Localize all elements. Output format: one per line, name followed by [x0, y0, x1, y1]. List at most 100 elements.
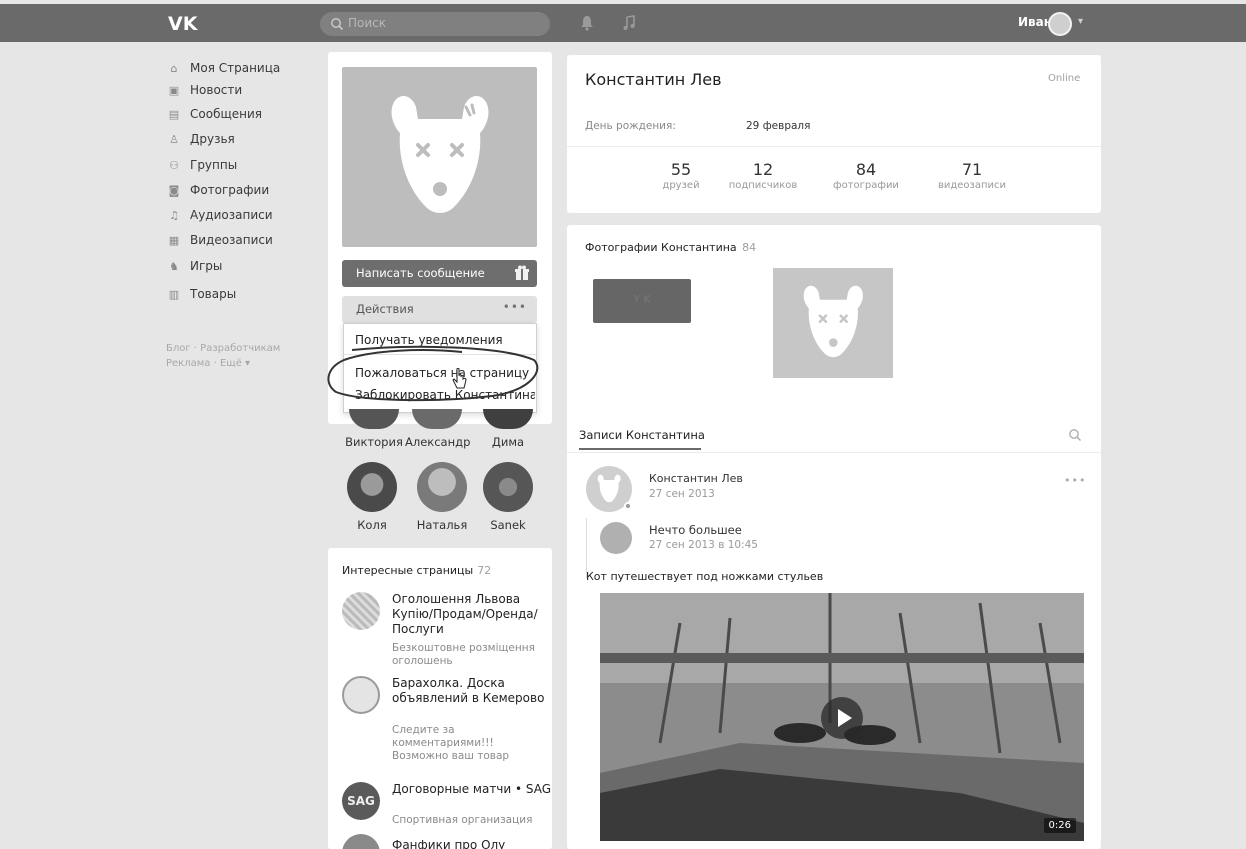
deactivated-dog-icon	[803, 285, 863, 358]
search-input[interactable]: Поиск	[320, 12, 550, 36]
nav-item-audio[interactable]: ♫ Аудиозаписи	[166, 205, 273, 225]
friend-avatar	[349, 409, 399, 429]
friend-item[interactable]: Дима	[476, 409, 540, 449]
repost-source-avatar[interactable]	[600, 522, 632, 554]
nav-item-news[interactable]: ▣ Новости	[166, 80, 242, 100]
nav-item-goods[interactable]: ▥ Товары	[166, 284, 236, 304]
nav-item-label: Моя Страница	[190, 61, 281, 75]
page-avatar	[342, 592, 380, 630]
photo-thumbnail-label: Y K	[633, 293, 651, 306]
birthday-label: День рождения:	[585, 120, 676, 132]
nav-item-games[interactable]: ♞ Игры	[166, 256, 222, 276]
actions-label: Действия	[356, 302, 414, 316]
friend-item[interactable]: Sanek	[476, 462, 540, 532]
page-description: Спортивная организация	[392, 814, 533, 826]
top-bar: VK Поиск Иван ▾	[0, 4, 1246, 42]
stat-label: видеозаписи	[937, 180, 1007, 191]
friend-name: Коля	[357, 518, 387, 532]
bag-icon: ▥	[168, 287, 180, 301]
footer-links[interactable]: Блог · Разработчикам	[166, 343, 280, 354]
friend-name: Дима	[491, 435, 525, 449]
video-player[interactable]: 0:26	[600, 593, 1084, 841]
search-icon[interactable]	[1068, 428, 1082, 442]
photo-thumbnail[interactable]	[773, 268, 893, 378]
nav-item-label: Фотографии	[190, 183, 270, 197]
nav-item-label: Группы	[190, 158, 238, 172]
page-name: Фанфики про Олу	[392, 838, 506, 849]
photos-count: 84	[742, 241, 757, 254]
stat-value: 84	[855, 160, 877, 179]
stat-photos[interactable]: 84 фотографии	[818, 160, 914, 191]
avatar[interactable]	[1048, 12, 1072, 36]
page-name: Договорные матчи • SAG	[392, 782, 552, 796]
online-status: Online	[1048, 73, 1081, 84]
play-button[interactable]	[821, 697, 863, 739]
stat-value: 71	[961, 160, 983, 179]
interesting-pages-count: 72	[477, 564, 492, 577]
deactivated-dog-icon	[391, 95, 489, 213]
video-icon: ▦	[168, 233, 180, 247]
nav-item-video[interactable]: ▦ Видеозаписи	[166, 230, 273, 250]
photo-thumbnail[interactable]: Y K	[593, 279, 691, 323]
tab-wall-posts[interactable]: Записи Константина	[579, 428, 705, 442]
video-duration: 0:26	[1043, 818, 1076, 833]
write-message-label: Написать сообщение	[356, 266, 485, 280]
music-icon[interactable]	[622, 15, 636, 31]
news-icon: ▣	[168, 83, 180, 97]
photos-title-label: Фотографии Константина	[585, 241, 737, 254]
gamepad-icon: ♞	[169, 259, 179, 273]
page-avatar	[342, 676, 380, 714]
birthday-value[interactable]: 29 февраля	[746, 120, 810, 132]
repost-date[interactable]: 27 сен 2013 в 10:45	[649, 539, 758, 551]
friend-name: Виктория	[345, 435, 403, 449]
music-note-icon: ♫	[169, 208, 179, 222]
friend-avatar	[412, 409, 462, 429]
actions-button[interactable]: Действия •••	[342, 296, 537, 323]
profile-photo[interactable]	[342, 67, 537, 247]
nav-item-friends[interactable]: ♙ Друзья	[166, 129, 235, 149]
search-placeholder: Поиск	[348, 16, 387, 30]
post-text: Кот путешествует под ножками стульев	[586, 570, 824, 583]
post-author-name[interactable]: Константин Лев	[649, 472, 743, 485]
search-icon	[331, 18, 344, 31]
page-description: Следите за комментариями!!! Возможно ваш…	[392, 724, 510, 762]
nav-item-photos[interactable]: ◙ Фотографии	[166, 180, 269, 200]
post-more-icon[interactable]: •••	[1064, 474, 1086, 487]
repost-source-name[interactable]: Нечто большее	[649, 523, 742, 537]
friend-avatar	[483, 462, 533, 512]
hand-drawn-circle-annotation	[327, 345, 539, 402]
svg-text:VK: VK	[168, 13, 199, 34]
friends-icon: ♙	[169, 132, 179, 146]
write-message-button[interactable]: Написать сообщение	[342, 260, 537, 287]
footer-links[interactable]: Реклама · Ещё ▾	[166, 358, 250, 369]
home-icon: ⌂	[170, 61, 178, 75]
stat-videos[interactable]: 71 видеозаписи	[924, 160, 1020, 191]
stat-followers[interactable]: 12 подписчиков	[715, 160, 811, 191]
gift-icon[interactable]	[515, 265, 529, 281]
groups-icon: ⚇	[169, 158, 179, 172]
nav-item-groups[interactable]: ⚇ Группы	[166, 155, 237, 175]
vk-logo-icon[interactable]: VK	[168, 12, 202, 34]
chevron-down-icon[interactable]: ▾	[1078, 16, 1083, 27]
friend-item[interactable]: Коля	[340, 462, 404, 532]
post-date[interactable]: 27 сен 2013	[649, 488, 715, 500]
mouse-cursor-icon	[452, 368, 467, 389]
bell-icon[interactable]	[580, 15, 594, 31]
nav-item-label: Аудиозаписи	[190, 208, 273, 222]
profile-name: Константин Лев	[585, 70, 722, 89]
nav-item-label: Друзья	[190, 132, 235, 146]
interesting-pages-title[interactable]: Интересные страницы 72	[342, 564, 491, 577]
friend-item[interactable]: Александр	[405, 409, 470, 449]
page-name: Оголошення Львова Купiю/Продам/Оренда/По…	[392, 592, 538, 636]
photos-title[interactable]: Фотографии Константина 84	[585, 241, 756, 254]
nav-item-label: Видеозаписи	[190, 233, 273, 247]
more-icon: •••	[502, 300, 527, 314]
repost-divider	[586, 518, 587, 578]
friend-item[interactable]: Виктория	[342, 409, 406, 449]
page-name: Барахолка. Доска объявлений в Кемерово	[392, 676, 545, 705]
friend-item[interactable]: Наталья	[410, 462, 474, 532]
divider	[567, 452, 1101, 453]
nav-item-my-page[interactable]: ⌂ Моя Страница	[166, 58, 281, 78]
nav-item-messages[interactable]: ▤ Сообщения	[166, 104, 262, 124]
username[interactable]: Иван	[1018, 15, 1052, 29]
